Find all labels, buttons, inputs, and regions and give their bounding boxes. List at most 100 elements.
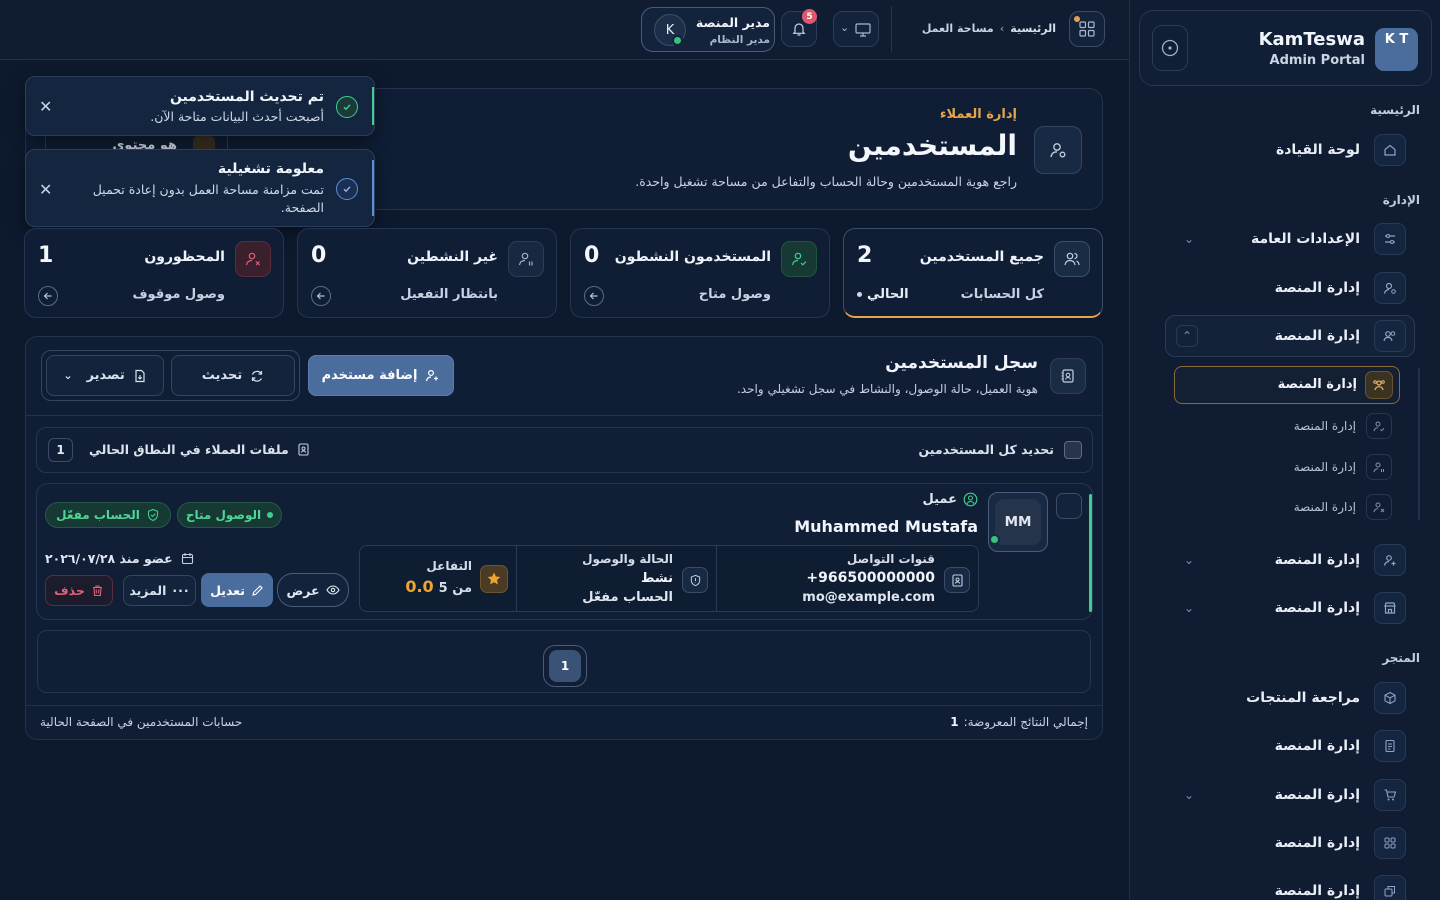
toast-message: تمت مزامنة مساحة العمل بدون إعادة تحميل … — [92, 182, 324, 215]
apps-menu-button[interactable] — [1069, 11, 1105, 47]
stat-current-tag: الحالي — [857, 287, 909, 302]
sidebar-item-label: إدارة المنصة — [1274, 552, 1360, 568]
sidebar-group-platform[interactable]: إدارة المنصة ⌃ — [1165, 315, 1415, 357]
sidebar-subitem[interactable]: إدارة المنصة — [1172, 454, 1392, 482]
chevron-down-icon[interactable]: ⌄ — [1184, 788, 1194, 802]
sidebar-item-dashboard[interactable]: لوحة القيادة — [1146, 129, 1424, 171]
engagement-label: التفاعل — [426, 559, 472, 573]
sidebar: K T KamTeswa Admin Portal الرئيسية لوحة … — [1129, 0, 1440, 900]
status-accent-bar — [1089, 494, 1092, 612]
panel-divider — [26, 415, 1102, 416]
user-x-icon — [1366, 494, 1392, 520]
stat-subtitle: بانتظار التفعيل — [400, 287, 498, 302]
sidebar-subitem[interactable]: إدارة المنصة — [1172, 413, 1392, 441]
account-badge-label: الحساب مفعّل — [56, 508, 140, 522]
user-check-icon — [1366, 413, 1392, 439]
user-pause-icon — [1366, 454, 1392, 480]
refresh-button[interactable]: تحديث — [171, 355, 295, 396]
stat-value: 1 — [38, 243, 54, 268]
online-status-dot — [989, 534, 1000, 545]
arrow-left-icon[interactable] — [38, 286, 58, 306]
sidebar-item-platform-1[interactable]: إدارة المنصة — [1146, 267, 1424, 309]
stat-title: المحظورون — [144, 249, 225, 265]
user-pause-icon — [508, 241, 544, 277]
target-icon — [1161, 39, 1179, 57]
dot-icon — [267, 512, 274, 518]
page-1-button[interactable]: 1 — [549, 650, 581, 682]
users-group-icon — [1365, 371, 1393, 399]
sidebar-item-product-review[interactable]: مراجعة المنتجات — [1146, 677, 1424, 719]
sidebar-subitem-active[interactable]: إدارة المنصة — [1174, 366, 1400, 404]
user-plus-icon — [1374, 544, 1406, 576]
chevron-down-icon[interactable]: ⌄ — [1184, 553, 1194, 567]
contact-card-icon — [944, 567, 970, 593]
stat-card-active[interactable]: المستخدمون النشطون 0 وصول متاح — [570, 228, 830, 318]
select-all-label: تحديد كل المستخدمين — [918, 442, 1054, 457]
stat-card-all-users[interactable]: جميع المستخدمين 2 كل الحسابات الحالي — [843, 228, 1103, 318]
delete-button[interactable]: حذف — [45, 575, 113, 606]
sidebar-item-store-2[interactable]: إدارة المنصة ⌄ — [1146, 774, 1424, 816]
user-row[interactable]: MM عميل Muhammed Mustafa الوصول متاح الح… — [36, 483, 1093, 620]
sidebar-item-label: الإعدادات العامة — [1251, 231, 1360, 247]
edit-button[interactable]: تعديل — [201, 573, 273, 607]
sidebar-item-label: إدارة المنصة — [1274, 600, 1360, 616]
sidebar-subitem-label: إدارة المنصة — [1293, 419, 1356, 433]
user-name[interactable]: Muhammed Mustafa — [794, 517, 978, 536]
home-icon — [1374, 134, 1406, 166]
stat-subtitle: وصول متاح — [698, 287, 771, 302]
user-role: مدير النظام — [709, 34, 770, 46]
stat-title: المستخدمون النشطون — [614, 249, 771, 265]
user-phone: +966500000000 — [806, 570, 935, 586]
toast-info: معلومة تشغيلية تمت مزامنة مساحة العمل بد… — [25, 149, 375, 227]
sidebar-item-platform-2[interactable]: إدارة المنصة ⌄ — [1146, 539, 1424, 581]
user-gear-icon — [1374, 272, 1406, 304]
chevron-down-icon[interactable]: ⌄ — [1184, 601, 1194, 615]
view-button[interactable]: عرض — [277, 573, 349, 607]
sidebar-item-store-1[interactable]: إدارة المنصة — [1146, 725, 1424, 767]
display-mode-dropdown[interactable]: ⌄ — [833, 11, 879, 47]
export-dropdown[interactable]: تصدير ⌄ — [46, 355, 164, 396]
close-icon[interactable]: ✕ — [39, 97, 52, 116]
breadcrumb-current: مساحة العمل — [921, 22, 994, 35]
registry-title: سجل المستخدمين — [885, 353, 1038, 373]
sidebar-item-platform-3[interactable]: إدارة المنصة ⌄ — [1146, 587, 1424, 629]
apps-icon — [1079, 21, 1095, 37]
selection-bar: تحديد كل المستخدمين 1 ملفات العملاء في ا… — [36, 427, 1093, 473]
user-menu[interactable]: مدير المنصة مدير النظام K — [641, 7, 775, 52]
sidebar-toggle-button[interactable] — [1152, 25, 1188, 71]
contact-label: قنوات التواصل — [846, 552, 935, 566]
sidebar-item-label: مراجعة المنتجات — [1246, 690, 1360, 706]
rating-scale: من 5 — [438, 581, 472, 596]
sliders-icon — [1374, 223, 1406, 255]
select-all-checkbox[interactable] — [1064, 441, 1082, 459]
users-icon — [1374, 320, 1406, 352]
chevron-down-icon[interactable]: ⌄ — [1184, 232, 1194, 246]
arrow-left-icon[interactable] — [311, 286, 331, 306]
monitor-icon — [855, 23, 871, 37]
brand-subtitle: Admin Portal — [1269, 53, 1365, 68]
user-email[interactable]: mo@example.com — [802, 590, 935, 605]
sidebar-item-store-3[interactable]: إدارة المنصة — [1146, 822, 1424, 864]
add-user-button[interactable]: إضافة مستخدم — [308, 355, 454, 396]
view-label: عرض — [286, 582, 320, 598]
user-x-icon — [235, 241, 271, 277]
notifications-button[interactable]: 5 — [781, 9, 817, 47]
users-cog-icon — [1034, 126, 1082, 174]
toast-title: تم تحديث المستخدمين — [169, 89, 324, 105]
toast-message: أصبحت أحدث البيانات متاحة الآن. — [150, 109, 324, 124]
breadcrumb-home[interactable]: الرئيسية — [1010, 22, 1056, 35]
files-count-badge: 1 — [48, 438, 73, 462]
arrow-left-icon[interactable] — [584, 286, 604, 306]
section-label-admin: الإدارة — [1382, 193, 1420, 207]
sidebar-item-general-settings[interactable]: الإعدادات العامة ⌄ — [1146, 218, 1424, 260]
edit-label: تعديل — [210, 582, 245, 598]
close-icon[interactable]: ✕ — [39, 180, 52, 199]
stat-card-blocked[interactable]: المحظورون 1 وصول موقوف — [24, 228, 284, 318]
more-button[interactable]: ··· المزيد — [123, 575, 196, 606]
stat-card-inactive[interactable]: غير النشطين 0 بانتظار التفعيل — [297, 228, 557, 318]
sidebar-item-store-4[interactable]: إدارة المنصة — [1146, 870, 1424, 900]
chevron-up-icon[interactable]: ⌃ — [1176, 325, 1198, 347]
row-checkbox[interactable] — [1056, 493, 1082, 519]
sidebar-subitem[interactable]: إدارة المنصة — [1172, 494, 1392, 522]
access-badge-label: الوصول متاح — [185, 508, 262, 522]
